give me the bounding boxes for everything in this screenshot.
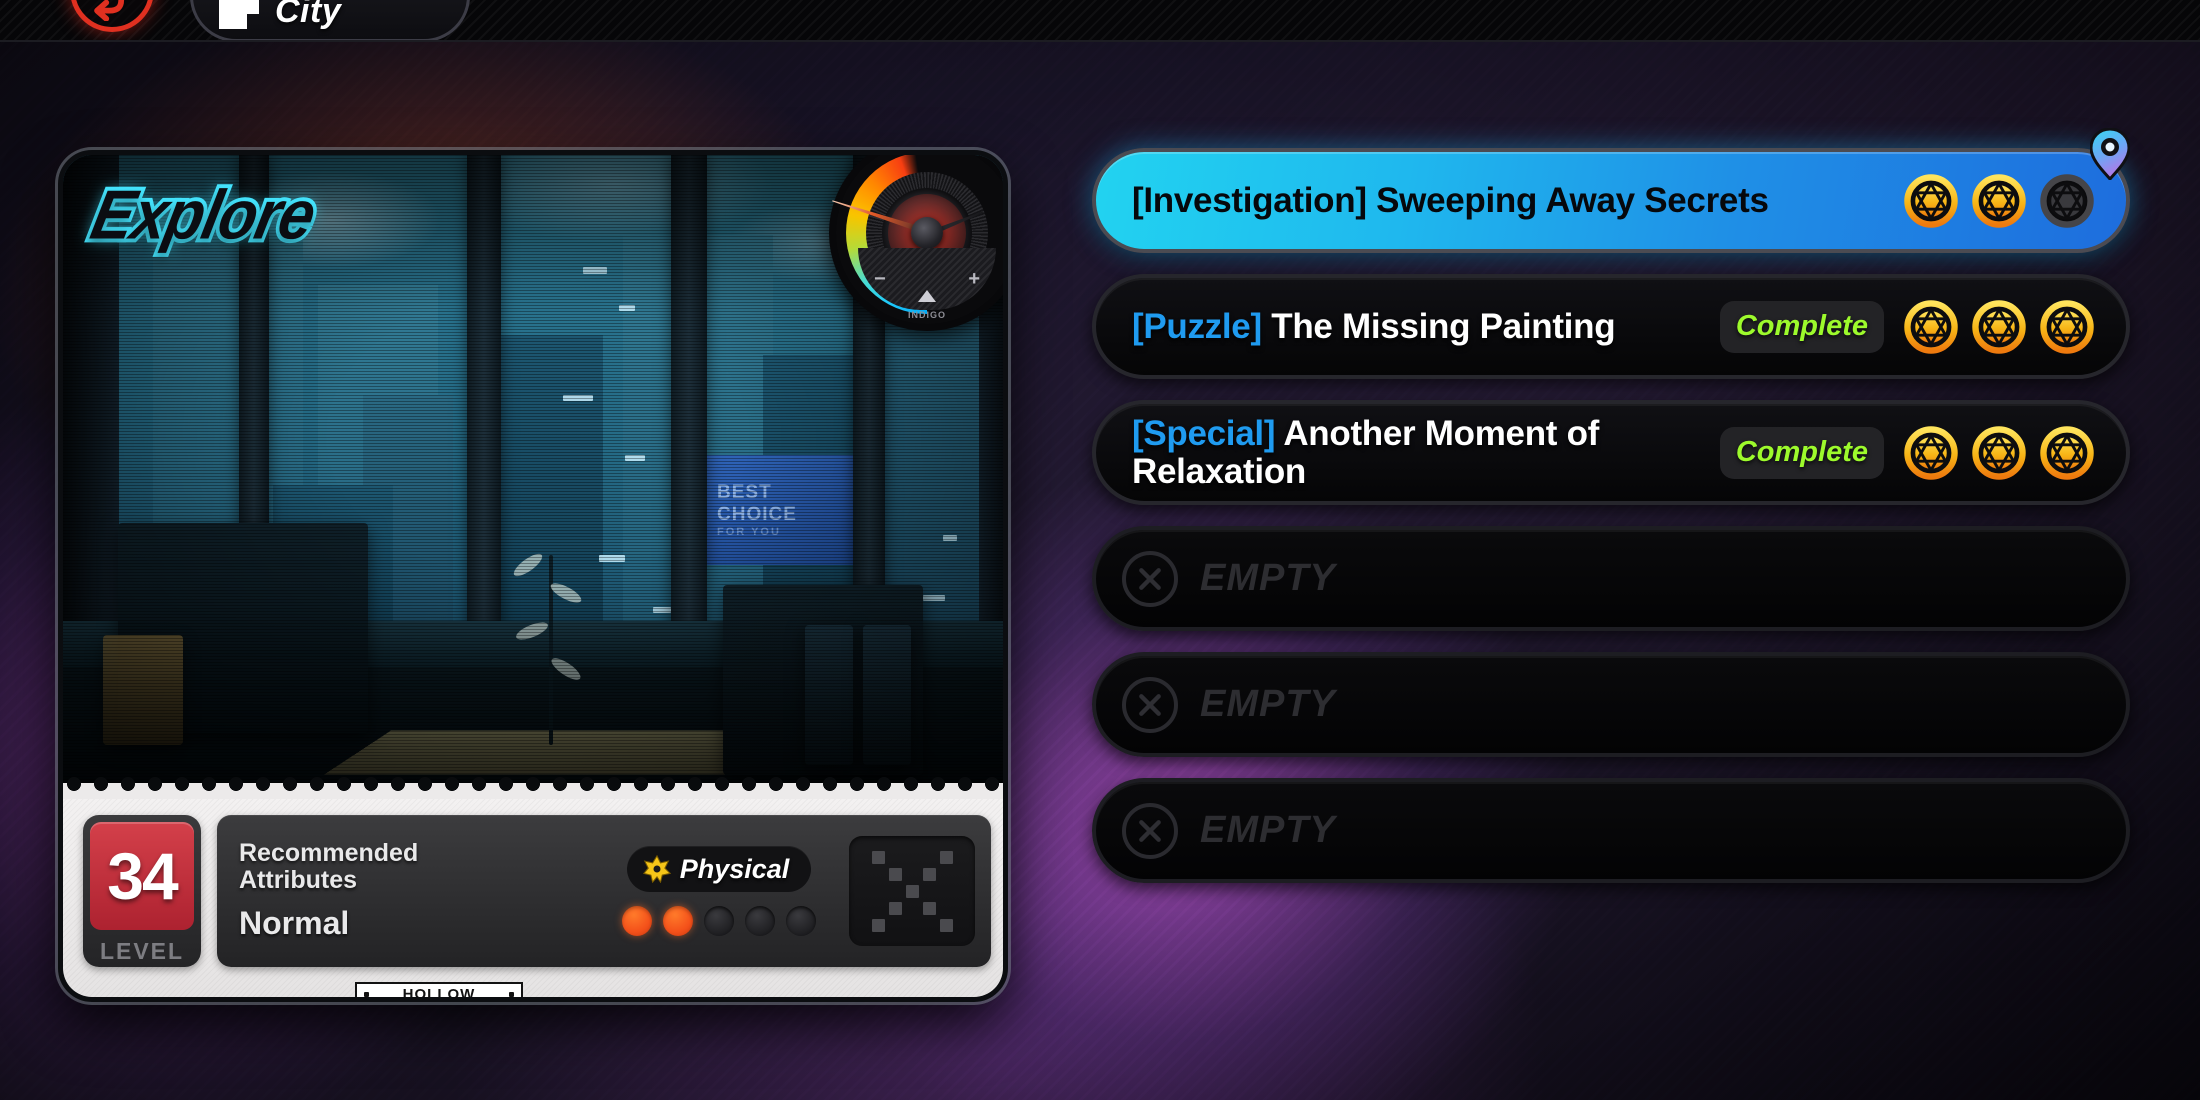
element-label: Physical	[679, 853, 790, 884]
quest-name: Sweeping Away Secrets	[1366, 180, 1769, 220]
empty-slot-label: EMPTY	[1200, 809, 1336, 851]
pixel-x-plate	[849, 836, 975, 946]
quest-tag: [Special]	[1132, 414, 1276, 454]
empty-slot-label: EMPTY	[1200, 557, 1336, 599]
quest-list: [Investigation] Sweeping Away Secrets [P…	[1092, 128, 2130, 883]
quest-title: [Investigation] Sweeping Away Secrets	[1132, 182, 1902, 219]
medal-icon-earned	[1904, 299, 1958, 354]
medal-icon-earned	[1972, 425, 2026, 480]
map-flag-icon	[219, 0, 259, 29]
quest-row-empty-1[interactable]: EMPTY	[1092, 526, 2130, 631]
window-light	[923, 595, 945, 601]
window-light	[563, 395, 593, 401]
star-burst-icon	[642, 855, 671, 883]
quest-title: [Puzzle] The Missing Painting	[1132, 308, 1720, 345]
quest-row-investigation[interactable]: [Investigation] Sweeping Away Secrets	[1092, 128, 2130, 253]
quest-row-empty-3[interactable]: EMPTY	[1092, 778, 2130, 883]
medal-icon-earned	[2040, 299, 2094, 354]
furniture-panel	[863, 625, 911, 765]
explore-screen: City BEST CHOICE FOR YOU Explore − + IND…	[0, 0, 2200, 1100]
billboard: BEST CHOICE FOR YOU	[703, 455, 853, 565]
tab-city[interactable]: City	[190, 0, 470, 40]
card-info-panel: 34 LEVEL Recommended Attributes Normal P…	[63, 799, 1003, 1002]
attributes-title-line2: Attributes	[239, 865, 358, 894]
building-shape	[493, 335, 603, 645]
gauge-minus-label: −	[874, 267, 886, 290]
serial-name: HOLLOW	[402, 986, 476, 1002]
medal-icon-earned	[1972, 299, 2026, 354]
empty-slot-circle	[1122, 550, 1178, 607]
window-light	[619, 305, 635, 311]
empty-slot-circle	[1122, 676, 1178, 733]
gauge-brand-label: INDIGO	[907, 310, 946, 320]
quest-row-puzzle[interactable]: [Puzzle] The Missing Painting Complete	[1092, 274, 2130, 379]
difficulty-dot-5	[786, 906, 816, 936]
close-x-icon	[1139, 819, 1161, 842]
medal-icon-earned	[1904, 173, 1958, 228]
furniture-panel	[805, 625, 853, 765]
close-x-icon	[1139, 693, 1161, 716]
medal-icon-earned	[1904, 425, 1958, 480]
motto-block: BE BRAVE NOT RECKLESS	[800, 997, 991, 1002]
window-light	[583, 267, 607, 274]
quest-medals	[1902, 298, 2096, 356]
difficulty-dot-2	[663, 906, 693, 936]
window-light	[653, 607, 671, 613]
serial-dot-right	[509, 992, 514, 997]
difficulty-dots	[622, 906, 816, 936]
level-label: LEVEL	[99, 938, 185, 964]
attributes-title-line1: Recommended	[239, 839, 419, 867]
difficulty-value: Normal	[239, 905, 350, 941]
window-light	[599, 555, 625, 562]
pixel-x-icon	[871, 850, 953, 932]
difficulty-dot-3	[704, 906, 734, 936]
medal-icon-locked	[2040, 173, 2094, 228]
serial-name-row: HOLLOW	[355, 982, 523, 1002]
quest-medals	[1902, 424, 2096, 482]
difficulty-dot-4	[745, 906, 775, 936]
quest-name: The Missing Painting	[1261, 306, 1616, 346]
motto-line-1: BE BRAVE	[800, 997, 906, 1002]
quest-row-special[interactable]: [Special] Another Moment of Relaxation C…	[1092, 400, 2130, 505]
medal-icon-earned	[1972, 173, 2026, 228]
quest-status-badge: Complete	[1719, 300, 1884, 353]
furniture-box	[103, 635, 183, 745]
serial-tag: HOLLOW XX-1744-XX39	[355, 982, 523, 1002]
gauge-plus-label: +	[968, 267, 980, 290]
medal-icon-earned	[2040, 425, 2094, 480]
quest-tag: [Puzzle]	[1132, 306, 1262, 346]
billboard-line-1: BEST	[717, 481, 772, 503]
back-arrow-icon	[94, 0, 125, 21]
difficulty-dot-1	[622, 906, 652, 936]
level-badge: 34 LEVEL	[83, 815, 201, 967]
element-tag-physical: Physical	[626, 846, 812, 892]
perforation-dots	[63, 776, 1003, 792]
empty-slot-label: EMPTY	[1200, 683, 1336, 725]
close-x-icon	[1139, 567, 1161, 590]
quest-row-empty-2[interactable]: EMPTY	[1092, 652, 2130, 757]
quest-status-badge: Complete	[1719, 426, 1884, 479]
explore-wordmark: Explore	[81, 173, 325, 258]
billboard-line-3: FOR YOU	[717, 525, 781, 538]
empty-slot-circle	[1122, 802, 1178, 859]
quest-tag: [Investigation]	[1132, 180, 1367, 220]
gauge-hub	[911, 217, 943, 249]
gauge-marker-triangle	[918, 290, 936, 302]
quest-medals	[1902, 172, 2096, 230]
tab-city-label: City	[275, 0, 342, 30]
map-pin-icon	[2090, 128, 2130, 180]
billboard-line-2: CHOICE	[717, 503, 797, 525]
window-light	[625, 455, 645, 461]
quest-title: [Special] Another Moment of Relaxation	[1132, 415, 1720, 489]
top-navigation-bar: City	[0, 0, 2200, 42]
level-value: 34	[90, 822, 194, 930]
explore-location-card[interactable]: BEST CHOICE FOR YOU Explore − + INDIGO 3…	[58, 150, 1008, 1002]
window-light	[943, 535, 957, 541]
recommended-attributes-panel: Recommended Attributes Normal Physical	[217, 815, 991, 967]
